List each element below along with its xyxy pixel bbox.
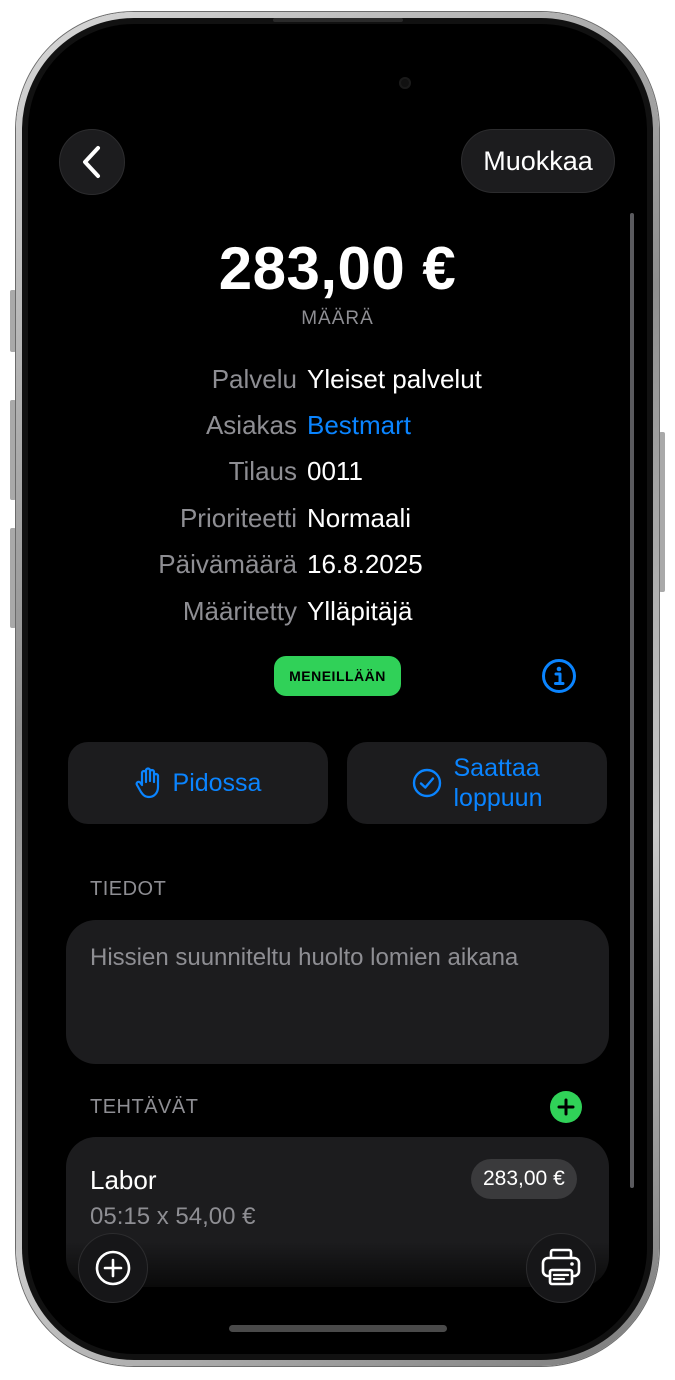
home-indicator[interactable] bbox=[229, 1325, 447, 1332]
front-camera bbox=[399, 77, 411, 89]
notes-card[interactable]: Hissien suunniteltu huolto lomien aikana bbox=[66, 920, 609, 1064]
scrollbar[interactable] bbox=[630, 213, 634, 1188]
checkmark-circle-icon bbox=[412, 768, 442, 798]
detail-value: Yleiset palvelut bbox=[307, 364, 482, 394]
detail-value: 0011 bbox=[307, 456, 363, 486]
complete-button-label: Saattaa loppuun bbox=[454, 753, 543, 813]
edit-button[interactable]: Muokkaa bbox=[461, 129, 615, 193]
detail-row-date: Päivämäärä 16.8.2025 bbox=[0, 549, 675, 589]
info-icon bbox=[542, 659, 576, 693]
detail-label: Palvelu bbox=[211, 364, 297, 394]
back-chevron-icon bbox=[83, 146, 100, 178]
plus-icon bbox=[557, 1098, 575, 1116]
detail-row-priority: Prioriteetti Normaali bbox=[0, 503, 675, 543]
print-button[interactable] bbox=[526, 1233, 596, 1303]
complete-label-line1: Saattaa bbox=[453, 754, 540, 782]
amount-value: 283,00 € bbox=[218, 235, 457, 302]
detail-value: Ylläpitäjä bbox=[307, 596, 413, 626]
task-title: Labor bbox=[90, 1165, 157, 1195]
notes-text: Hissien suunniteltu huolto lomien aikana bbox=[90, 944, 519, 971]
detail-label: Prioriteetti bbox=[179, 503, 297, 533]
hold-button-label: Pidossa bbox=[172, 768, 262, 797]
detail-row-service: Palvelu Yleiset palvelut bbox=[0, 364, 675, 404]
top-speaker bbox=[273, 18, 403, 22]
detail-label: Tilaus bbox=[228, 456, 297, 486]
hold-button[interactable]: Pidossa bbox=[68, 742, 328, 824]
add-task-button[interactable] bbox=[550, 1091, 582, 1123]
customer-link[interactable]: Bestmart bbox=[307, 410, 411, 441]
detail-row-customer: Asiakas Bestmart bbox=[0, 410, 675, 450]
status-badge: MENEILLÄÄN bbox=[274, 656, 401, 696]
task-detail: 05:15 x 54,00 € bbox=[90, 1203, 256, 1230]
notes-section-label: TIEDOT bbox=[90, 878, 167, 900]
plus-circle-icon bbox=[95, 1250, 131, 1286]
detail-value: 16.8.2025 bbox=[307, 549, 423, 579]
info-button[interactable] bbox=[541, 658, 577, 694]
detail-row-assigned: Määritetty Ylläpitäjä bbox=[0, 596, 675, 636]
detail-value: Normaali bbox=[307, 503, 412, 533]
tasks-section-label: TEHTÄVÄT bbox=[90, 1096, 199, 1118]
amount-label: MÄÄRÄ bbox=[301, 308, 374, 329]
detail-label: Asiakas bbox=[205, 410, 297, 440]
detail-row-order: Tilaus 0011 bbox=[0, 456, 675, 496]
back-button[interactable] bbox=[59, 129, 125, 195]
complete-button[interactable]: Saattaa loppuun bbox=[347, 742, 607, 824]
task-price-badge: 283,00 € bbox=[471, 1159, 577, 1199]
hand-raised-icon bbox=[135, 767, 161, 799]
detail-label: Määritetty bbox=[182, 596, 297, 626]
add-button[interactable] bbox=[78, 1233, 148, 1303]
detail-label: Päivämäärä bbox=[158, 549, 297, 579]
complete-label-line2: loppuun bbox=[453, 784, 543, 812]
printer-icon bbox=[541, 1248, 581, 1286]
